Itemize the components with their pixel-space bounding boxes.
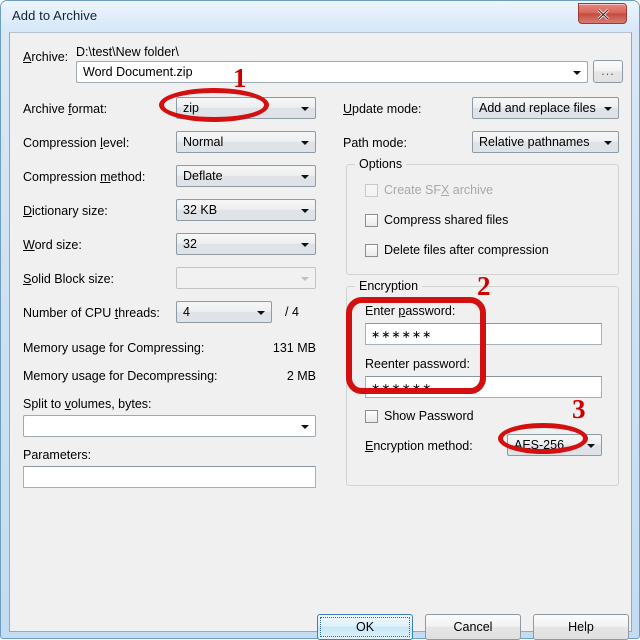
split-volumes-label: Split to volumes, bytes: (23, 397, 152, 411)
parameters-input[interactable] (23, 466, 316, 488)
show-password-label: Show Password (384, 409, 474, 423)
close-icon (597, 9, 609, 20)
chevron-down-icon (301, 425, 309, 429)
checkbox-box (365, 184, 378, 197)
add-to-archive-window: Add to Archive Archive: D:\test\New fold… (0, 0, 640, 640)
path-mode-combo[interactable]: Relative pathnames (472, 131, 619, 153)
encryption-method-combo[interactable]: AES-256 (507, 434, 602, 456)
update-mode-value: Add and replace files (479, 101, 596, 115)
chevron-down-icon (604, 107, 612, 111)
encryption-group-title: Encryption (355, 279, 423, 293)
archive-label: Archive: (23, 50, 69, 64)
chevron-down-icon (587, 444, 595, 448)
options-group-title: Options (355, 157, 407, 171)
archive-format-combo[interactable]: zip (176, 97, 316, 119)
enter-password-input[interactable]: ∗∗∗∗∗∗ (365, 323, 602, 345)
archive-format-value: zip (183, 101, 199, 115)
reenter-password-label: Reenter password: (365, 357, 470, 371)
delete-files-after-compression-label: Delete files after compression (384, 243, 549, 257)
dictionary-size-label: Dictionary size: (23, 204, 108, 218)
help-button[interactable]: Help (533, 614, 629, 640)
dialog-client-area: Archive: D:\test\New folder\ Word Docume… (9, 32, 632, 640)
split-volumes-combo[interactable] (23, 415, 316, 437)
options-group: Options Create SFX archive Compress shar… (346, 157, 619, 275)
parameters-label: Parameters: (23, 448, 92, 462)
chevron-down-icon (604, 141, 612, 145)
word-size-label: Word size: (23, 238, 82, 252)
dictionary-size-value: 32 KB (183, 203, 218, 217)
memory-compress-value: 131 MB (272, 341, 316, 355)
path-mode-label: Path mode: (343, 136, 407, 150)
cpu-threads-combo[interactable]: 4 (176, 301, 272, 323)
enter-password-value: ∗∗∗∗∗∗ (371, 328, 433, 341)
archive-path-text: D:\test\New folder\ (76, 45, 179, 59)
checkbox-box (365, 244, 378, 257)
chevron-down-icon (301, 209, 309, 213)
compression-level-label: Compression level: (23, 136, 130, 150)
solid-block-size-combo (176, 267, 316, 289)
cancel-button[interactable]: Cancel (425, 614, 521, 640)
chevron-down-icon (301, 277, 309, 281)
cpu-threads-total: / 4 (285, 305, 299, 319)
chevron-down-icon (257, 311, 265, 315)
archive-name-combo[interactable]: Word Document.zip (76, 61, 588, 83)
create-sfx-archive-label: Create SFX archive (384, 183, 494, 197)
update-mode-label: Update mode: (343, 102, 422, 116)
memory-decompress-label: Memory usage for Decompressing: (23, 369, 218, 383)
encryption-group: Encryption Enter password: ∗∗∗∗∗∗ Reente… (346, 279, 619, 486)
word-size-combo[interactable]: 32 (176, 233, 316, 255)
compression-method-label: Compression method: (23, 170, 146, 184)
reenter-password-value: ∗∗∗∗∗∗ (371, 381, 433, 394)
chevron-down-icon (301, 107, 309, 111)
archive-format-label: Archive format: (23, 102, 108, 116)
compression-level-value: Normal (183, 135, 224, 149)
archive-name-value: Word Document.zip (83, 65, 193, 79)
ok-button[interactable]: OK (317, 614, 413, 640)
focus-ring (320, 617, 410, 637)
path-mode-value: Relative pathnames (479, 135, 590, 149)
cpu-threads-value: 4 (183, 305, 190, 319)
cpu-threads-label: Number of CPU threads: (23, 306, 160, 320)
chevron-down-icon (301, 141, 309, 145)
chevron-down-icon (301, 175, 309, 179)
chevron-down-icon (301, 243, 309, 247)
memory-compress-label: Memory usage for Compressing: (23, 341, 205, 355)
compression-method-value: Deflate (183, 169, 223, 183)
update-mode-combo[interactable]: Add and replace files (472, 97, 619, 119)
encryption-method-label: Encryption method: (365, 439, 473, 453)
compression-method-combo[interactable]: Deflate (176, 165, 316, 187)
browse-button[interactable]: ... (593, 60, 623, 83)
memory-decompress-value: 2 MB (286, 369, 316, 383)
compress-shared-files-label: Compress shared files (384, 213, 509, 227)
title-bar[interactable]: Add to Archive (1, 1, 639, 32)
checkbox-box (365, 214, 378, 227)
enter-password-label: Enter password: (365, 304, 456, 318)
word-size-value: 32 (183, 237, 197, 251)
checkbox-box (365, 410, 378, 423)
window-title: Add to Archive (12, 8, 98, 23)
encryption-method-value: AES-256 (514, 438, 565, 452)
compression-level-combo[interactable]: Normal (176, 131, 316, 153)
dictionary-size-combo[interactable]: 32 KB (176, 199, 316, 221)
reenter-password-input[interactable]: ∗∗∗∗∗∗ (365, 376, 602, 398)
close-button[interactable] (578, 3, 627, 24)
chevron-down-icon (573, 71, 581, 75)
solid-block-size-label: Solid Block size: (23, 272, 115, 286)
